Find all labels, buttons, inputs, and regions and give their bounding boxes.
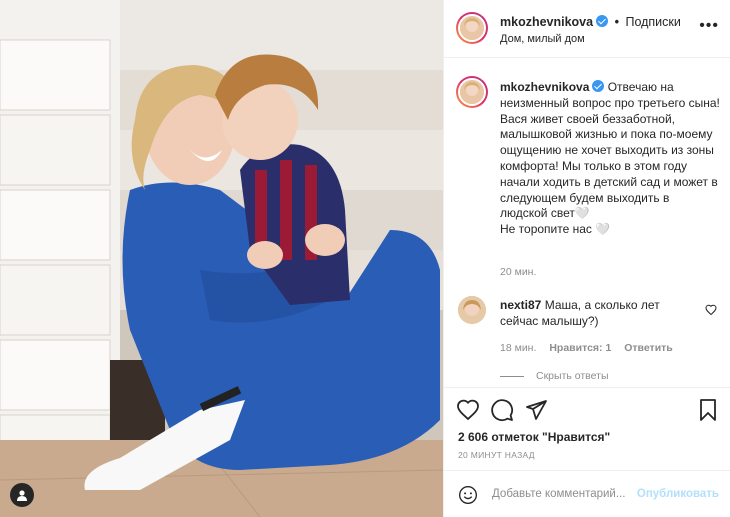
- publish-button[interactable]: Опубликовать: [637, 488, 719, 500]
- heart-icon[interactable]: [456, 398, 480, 422]
- post-timestamp: 20 МИНУТ НАЗАД: [458, 450, 535, 460]
- author-username[interactable]: mkozhevnikova: [500, 15, 593, 29]
- caption-username[interactable]: mkozhevnikova: [500, 80, 589, 94]
- caption-text-block: mkozhevnikova Отвечаю на неизменный вопр…: [500, 80, 720, 238]
- share-icon[interactable]: [524, 398, 548, 422]
- commenter-username[interactable]: nexti87: [500, 298, 541, 312]
- follow-dot: •: [614, 15, 619, 29]
- caption-verified-icon: [592, 80, 605, 92]
- photo-illustration: [0, 0, 443, 517]
- author-avatar[interactable]: [456, 12, 488, 44]
- post-header: mkozhevnikova • Подписки Дом, милый дом …: [444, 0, 730, 58]
- comment-icon[interactable]: [490, 398, 514, 422]
- hide-replies-button[interactable]: Скрыть ответы: [500, 370, 609, 382]
- post-photo[interactable]: [0, 0, 443, 517]
- comment-box: Добавьте комментарий... Опубликовать: [444, 470, 730, 517]
- caption-author-avatar[interactable]: [456, 76, 488, 108]
- likes-count[interactable]: 2 606 отметок "Нравится": [458, 430, 610, 444]
- hide-replies-line: [500, 375, 524, 377]
- bookmark-icon[interactable]: [696, 398, 720, 422]
- hide-replies-label: Скрыть ответы: [536, 370, 609, 382]
- comment-time: 18 мин.: [500, 342, 537, 354]
- following-button[interactable]: Подписки: [625, 15, 680, 29]
- post-location[interactable]: Дом, милый дом: [500, 33, 585, 45]
- caption-time: 20 мин.: [500, 266, 537, 278]
- user-tag-icon[interactable]: [10, 483, 34, 507]
- comments-section: mkozhevnikova Отвечаю на неизменный вопр…: [444, 58, 730, 388]
- post-side-panel: mkozhevnikova • Подписки Дом, милый дом …: [443, 0, 730, 517]
- more-icon[interactable]: •••: [699, 18, 719, 34]
- commenter-avatar[interactable]: [458, 296, 486, 324]
- comment-input[interactable]: Добавьте комментарий...: [492, 488, 637, 500]
- comment-text-block: nexti87 Маша, а сколько лет сейчас малыш…: [500, 298, 696, 330]
- smile-icon[interactable]: [458, 485, 478, 505]
- comment-likes[interactable]: Нравится: 1: [549, 342, 611, 354]
- post-actions: [444, 396, 730, 426]
- caption-text: Отвечаю на неизменный вопрос про третьег…: [500, 80, 720, 237]
- comment-meta: 18 мин. Нравится: 1 Ответить: [500, 342, 683, 354]
- verified-icon: [596, 15, 609, 27]
- reply-button[interactable]: Ответить: [624, 342, 673, 354]
- comment-like-heart-icon[interactable]: [705, 304, 717, 316]
